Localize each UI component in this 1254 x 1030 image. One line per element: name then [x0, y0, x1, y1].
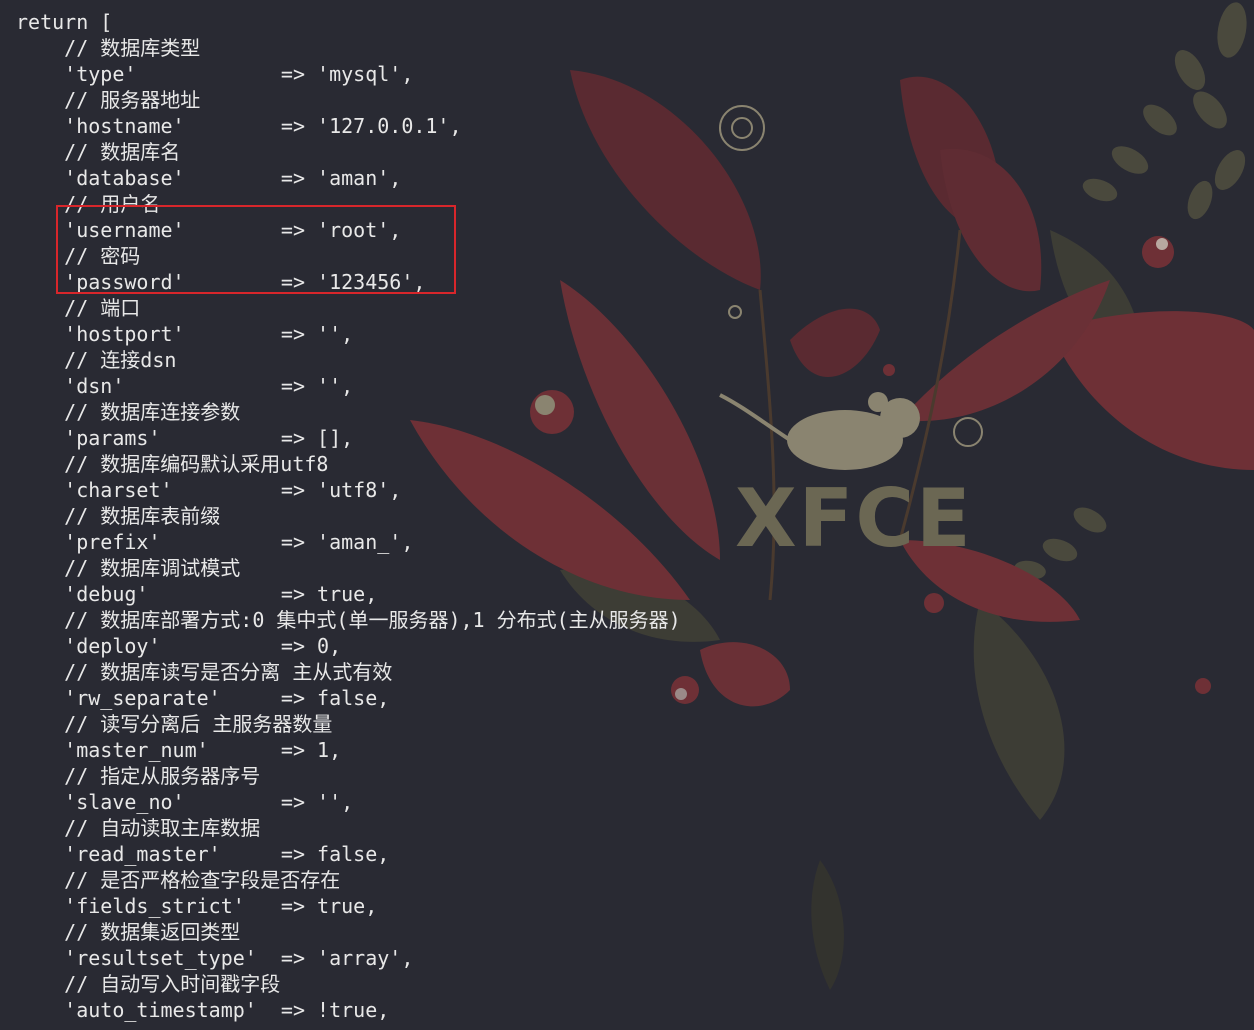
code-line: // 读写分离后 主服务器数量 [16, 712, 333, 736]
code-line: 'slave_no' => '', [16, 790, 354, 814]
code-editor[interactable]: return [ // 数据库类型 'type' => 'mysql', // … [16, 9, 681, 1023]
code-line: 'hostport' => '', [16, 322, 354, 346]
code-line: // 端口 [16, 296, 141, 320]
code-line: 'hostname' => '127.0.0.1', [16, 114, 462, 138]
code-line: 'database' => 'aman', [16, 166, 402, 190]
code-line: 'prefix' => 'aman_', [16, 530, 414, 554]
code-line: // 数据集返回类型 [16, 920, 241, 944]
code-line: 'fields_strict' => true, [16, 894, 378, 918]
code-line: 'resultset_type' => 'array', [16, 946, 414, 970]
code-line: // 是否严格检查字段是否存在 [16, 868, 341, 892]
code-line: // 数据库部署方式:0 集中式(单一服务器),1 分布式(主从服务器) [16, 608, 681, 632]
code-line: // 数据库调试模式 [16, 556, 241, 580]
code-line: 'charset' => 'utf8', [16, 478, 402, 502]
credentials-highlight-box [56, 205, 456, 294]
code-line: 'debug' => true, [16, 582, 378, 606]
code-line: 'dsn' => '', [16, 374, 354, 398]
code-line: 'master_num' => 1, [16, 738, 342, 762]
terminal-window[interactable]: XFCE return [ // 数据库类型 'type' => 'mysql'… [0, 0, 1254, 1030]
code-line: // 数据库读写是否分离 主从式有效 [16, 660, 393, 684]
code-line: 'auto_timestamp' => !true, [16, 998, 390, 1022]
code-line: 'rw_separate' => false, [16, 686, 390, 710]
code-line: // 自动读取主库数据 [16, 816, 261, 840]
code-line: // 数据库类型 [16, 36, 201, 60]
code-line: // 数据库编码默认采用utf8 [16, 452, 329, 476]
code-line: 'deploy' => 0, [16, 634, 342, 658]
code-line: 'params' => [], [16, 426, 354, 450]
code-line: return [ [16, 10, 113, 34]
code-line: // 指定从服务器序号 [16, 764, 261, 788]
code-line: // 数据库名 [16, 140, 181, 164]
code-line: // 服务器地址 [16, 88, 201, 112]
code-line: // 数据库表前缀 [16, 504, 221, 528]
code-line: 'type' => 'mysql', [16, 62, 414, 86]
code-line: // 连接dsn [16, 348, 177, 372]
xfce-logo-text: XFCE [735, 472, 973, 565]
xfce-mouse-icon [719, 392, 920, 470]
code-line: // 自动写入时间戳字段 [16, 972, 281, 996]
code-line: // 数据库连接参数 [16, 400, 241, 424]
code-line: 'read_master' => false, [16, 842, 390, 866]
